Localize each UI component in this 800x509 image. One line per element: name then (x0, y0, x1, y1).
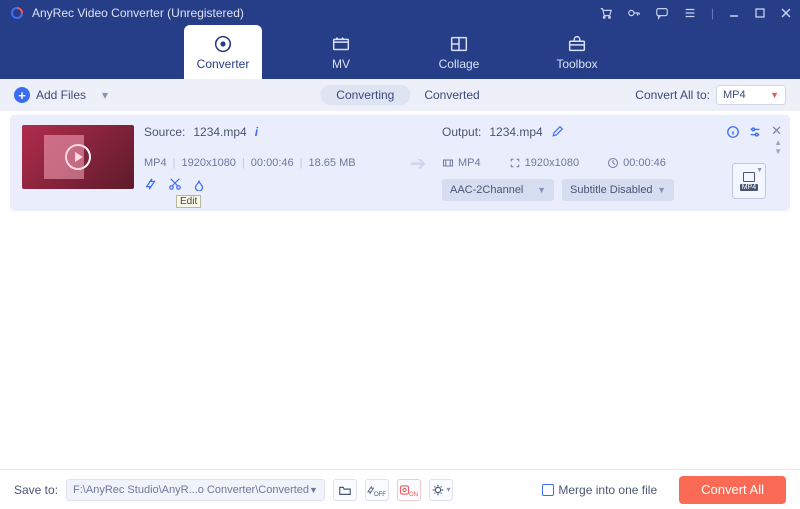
output-format-button[interactable]: ▼ MP4 (732, 163, 766, 199)
chevron-down-icon: ▼ (309, 485, 318, 495)
source-duration: 00:00:46 (251, 157, 294, 169)
file-list: Source: 1234.mp4 i MP4| 1920x1080| 00:00… (0, 111, 800, 469)
tab-label: Collage (439, 57, 480, 71)
play-icon (65, 144, 91, 170)
minimize-button[interactable] (728, 7, 740, 19)
move-down-icon[interactable]: ▼ (774, 148, 782, 156)
bottom-bar: Save to: F:\AnyRec Studio\AnyR...o Conve… (0, 469, 800, 509)
enhance-icon[interactable] (192, 177, 206, 191)
convert-all-to-label: Convert All to: (635, 88, 710, 102)
media-info-icon[interactable] (726, 125, 740, 139)
tab-mv[interactable]: MV (302, 25, 380, 79)
tab-collage[interactable]: Collage (420, 25, 498, 79)
purchase-icon[interactable] (599, 6, 613, 20)
add-files-label: Add Files (36, 88, 86, 102)
source-resolution: 1920x1080 (181, 157, 235, 169)
edit-tooltip: Edit (176, 195, 201, 208)
tab-converter[interactable]: Converter (184, 25, 262, 79)
app-logo-icon (8, 4, 26, 22)
clock-icon (607, 157, 619, 169)
video-icon (442, 157, 454, 169)
resolution-icon (509, 157, 521, 169)
merge-checkbox[interactable] (542, 484, 554, 496)
plus-icon: + (14, 87, 30, 103)
output-filename: 1234.mp4 (489, 125, 542, 139)
settings-icon[interactable] (748, 125, 762, 139)
save-path-select[interactable]: F:\AnyRec Studio\AnyR...o Converter\Conv… (66, 479, 325, 501)
convert-all-button[interactable]: Convert All (679, 476, 786, 504)
source-column: Source: 1234.mp4 i MP4| 1920x1080| 00:00… (144, 125, 394, 191)
video-thumbnail[interactable] (22, 125, 134, 189)
close-button[interactable] (780, 7, 792, 19)
toolbox-icon (566, 33, 588, 55)
convert-all-label: Convert All (701, 482, 764, 497)
mv-icon (330, 33, 352, 55)
info-icon[interactable]: i (255, 125, 258, 139)
sub-toolbar: + Add Files ▾ Converting Converted Conve… (0, 79, 800, 111)
output-format: MP4 (458, 157, 481, 169)
compress-icon[interactable] (144, 177, 158, 191)
window-title: AnyRec Video Converter (Unregistered) (32, 6, 599, 20)
chevron-down-icon: ▼ (756, 167, 763, 174)
subtab-converted[interactable]: Converted (424, 88, 479, 102)
tab-toolbox[interactable]: Toolbox (538, 25, 616, 79)
audio-track-select[interactable]: AAC-2Channel ▼ (442, 179, 554, 201)
cut-icon[interactable] (168, 177, 182, 191)
chevron-down-icon: ▼ (537, 185, 546, 195)
task-settings-button[interactable]: ▾ (429, 479, 453, 501)
register-key-icon[interactable] (627, 6, 641, 20)
chevron-down-icon: ▼ (770, 90, 779, 100)
tab-label: Toolbox (556, 57, 597, 71)
collage-icon (448, 33, 470, 55)
feedback-icon[interactable] (655, 6, 669, 20)
tab-label: MV (332, 57, 350, 71)
output-duration: 00:00:46 (623, 157, 666, 169)
format-badge: MP4 (740, 184, 758, 191)
select-value: Subtitle Disabled (570, 184, 653, 196)
source-label: Source: (144, 125, 185, 139)
source-size: 18.65 MB (308, 157, 355, 169)
open-folder-button[interactable] (333, 479, 357, 501)
output-label: Output: (442, 125, 481, 139)
format-icon (743, 172, 755, 182)
chevron-down-icon: ▼ (657, 185, 666, 195)
remove-item-button[interactable]: ✕ (771, 123, 782, 139)
select-value: MP4 (723, 89, 746, 101)
subtitle-select[interactable]: Subtitle Disabled ▼ (562, 179, 674, 201)
save-to-label: Save to: (14, 483, 58, 497)
converter-icon (212, 33, 234, 55)
select-value: AAC-2Channel (450, 184, 523, 196)
chevron-down-icon[interactable]: ▾ (102, 88, 108, 102)
add-files-button[interactable]: + Add Files ▾ (14, 87, 108, 103)
source-format: MP4 (144, 157, 167, 169)
save-path-value: F:\AnyRec Studio\AnyR...o Converter\Conv… (73, 484, 309, 496)
maximize-button[interactable] (754, 7, 766, 19)
gpu-accel-button[interactable]: ON (397, 479, 421, 501)
tab-label: Converter (197, 57, 250, 71)
module-tabs: Converter MV Collage Toolbox (0, 25, 800, 79)
convert-all-format-select[interactable]: MP4 ▼ (716, 85, 786, 105)
subtab-converting[interactable]: Converting (320, 85, 410, 105)
edit-name-icon[interactable] (551, 126, 563, 138)
source-filename: 1234.mp4 (193, 125, 246, 139)
arrow-right-icon: ➔ (404, 151, 432, 176)
move-up-icon[interactable]: ▲ (774, 139, 782, 147)
hardware-accel-button[interactable]: OFF (365, 479, 389, 501)
file-item: Source: 1234.mp4 i MP4| 1920x1080| 00:00… (10, 115, 790, 211)
menu-icon[interactable] (683, 6, 697, 20)
title-bar: AnyRec Video Converter (Unregistered) | (0, 0, 800, 25)
merge-label: Merge into one file (558, 483, 657, 497)
output-resolution: 1920x1080 (525, 157, 579, 169)
